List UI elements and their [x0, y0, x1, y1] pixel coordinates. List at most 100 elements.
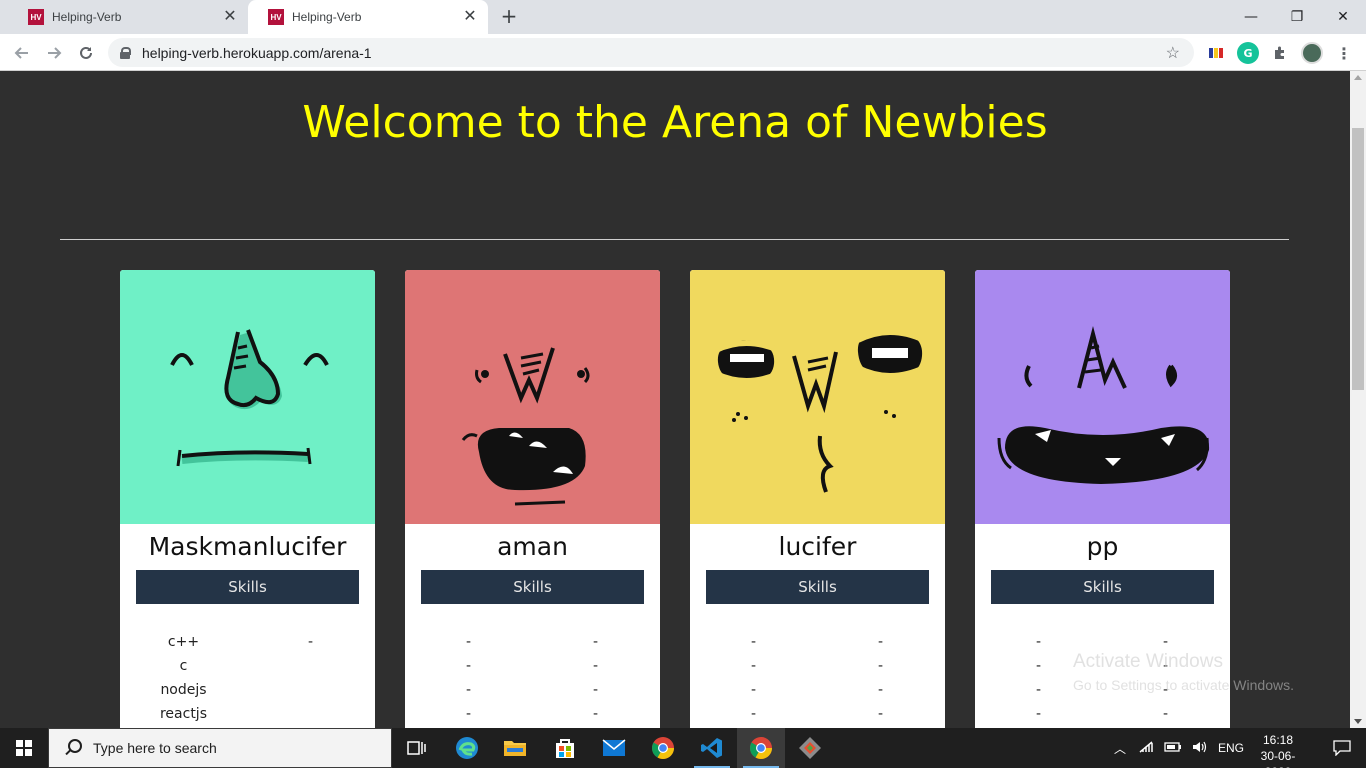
skill-name: - [465, 658, 472, 674]
scroll-down-icon[interactable] [1354, 719, 1362, 724]
skill-name: - [750, 634, 757, 650]
skill-row: -- [690, 634, 945, 658]
battery-icon[interactable] [1164, 741, 1182, 756]
address-bar[interactable]: helping-verb.herokuapp.com/arena-1 ☆ [108, 38, 1194, 67]
skill-name: c [179, 658, 188, 674]
skill-name: - [1035, 706, 1042, 722]
watermark-subtitle: Go to Settings to activate Windows. [1073, 677, 1294, 693]
start-button[interactable] [0, 728, 48, 768]
skill-name: nodejs [160, 682, 207, 698]
search-icon [63, 738, 83, 758]
skill-level: - [592, 634, 599, 650]
taskbar: Type here to search ︿ ENG 16:18 30-06- [0, 728, 1366, 768]
tab-1[interactable]: HV Helping-Verb ✕ [8, 0, 248, 34]
minimize-button[interactable]: — [1228, 0, 1274, 34]
skill-name: reactjs [159, 706, 207, 722]
player-card: lucifer Skills -- -- -- -- [690, 270, 945, 728]
avatar [975, 270, 1230, 524]
search-placeholder: Type here to search [93, 740, 217, 756]
git-icon[interactable] [786, 728, 834, 768]
skill-row: -- [975, 706, 1230, 728]
skill-row: -- [405, 682, 660, 706]
new-tab-button[interactable]: + [498, 6, 520, 28]
skill-level: - [592, 706, 599, 722]
profile-avatar[interactable] [1301, 42, 1323, 64]
back-arrow-icon [14, 47, 28, 59]
favicon-icon: HV [268, 9, 284, 25]
skills-button[interactable]: Skills [136, 570, 359, 604]
player-card: Maskmanlucifer Skills c++ - c nodejs reac… [120, 270, 375, 728]
url-text: helping-verb.herokuapp.com/arena-1 [142, 44, 372, 61]
windows-logo-icon [16, 740, 32, 756]
monster-face-icon [714, 329, 926, 493]
skill-level [247, 658, 374, 682]
forward-arrow-icon [48, 47, 62, 59]
store-icon[interactable] [541, 728, 589, 768]
lock-icon [120, 46, 131, 59]
bookmark-star-icon[interactable]: ☆ [1166, 43, 1180, 63]
player-name: Maskmanlucifer [148, 532, 347, 561]
chrome-active-icon[interactable] [737, 728, 785, 768]
chrome-icon[interactable] [639, 728, 687, 768]
skill-row: -- [405, 634, 660, 658]
browser-toolbar: helping-verb.herokuapp.com/arena-1 ☆ G ⋮ [0, 34, 1366, 71]
monster-face-icon [997, 326, 1210, 484]
page-scrollbar[interactable] [1350, 71, 1366, 728]
page-title: Welcome to the Arena of Newbies [302, 97, 1048, 148]
taskbar-search[interactable]: Type here to search [48, 728, 392, 768]
skill-row: -- [690, 682, 945, 706]
close-icon[interactable]: ✕ [462, 9, 478, 25]
back-button[interactable] [8, 39, 36, 67]
maximize-button[interactable]: ❐ [1274, 0, 1320, 34]
watermark-title: Activate Windows [1073, 651, 1223, 672]
menu-kebab-icon[interactable]: ⋮ [1333, 42, 1355, 64]
file-explorer-icon[interactable] [491, 728, 539, 768]
player-name: aman [497, 532, 568, 561]
activate-windows-watermark: Activate Windows Go to Settings to activ… [1073, 651, 1294, 693]
favicon-icon: HV [28, 9, 44, 25]
monster-face-icon [170, 329, 329, 467]
extensions-puzzle-icon[interactable] [1269, 42, 1291, 64]
skill-name: - [465, 682, 472, 698]
skill-row: -- [405, 706, 660, 728]
skill-row: c [120, 658, 375, 682]
forward-button[interactable] [40, 39, 68, 67]
clock-date: 30-06-2020 [1260, 749, 1296, 768]
skills-button[interactable]: Skills [991, 570, 1214, 604]
skill-row: -- [690, 658, 945, 682]
skill-level: - [592, 658, 599, 674]
vscode-icon[interactable] [688, 728, 736, 768]
page-viewport: Welcome to the Arena of Newbies Maskmanl… [0, 71, 1350, 728]
edge-icon[interactable] [443, 728, 491, 768]
language-indicator[interactable]: ENG [1218, 741, 1244, 755]
close-window-button[interactable]: ✕ [1320, 0, 1366, 34]
skill-row: -- [405, 658, 660, 682]
scroll-thumb[interactable] [1352, 128, 1364, 390]
avatar [690, 270, 945, 524]
skills-list: -- -- -- -- [690, 634, 945, 728]
skill-row: c++ - [120, 634, 375, 658]
skills-button[interactable]: Skills [706, 570, 929, 604]
skill-name: - [465, 706, 472, 722]
skill-level: - [877, 658, 884, 674]
reload-button[interactable] [72, 39, 100, 67]
skill-name: - [750, 658, 757, 674]
skill-level [247, 682, 374, 706]
network-icon[interactable] [1138, 740, 1154, 757]
close-icon[interactable]: ✕ [222, 9, 238, 25]
grammarly-icon[interactable]: G [1237, 42, 1259, 64]
skill-row: nodejs [120, 682, 375, 706]
mail-icon[interactable] [590, 728, 638, 768]
volume-icon[interactable] [1192, 740, 1208, 757]
chevron-up-icon[interactable]: ︿ [1114, 740, 1126, 757]
notification-icon[interactable] [1318, 728, 1366, 768]
skill-level: - [307, 634, 314, 650]
skill-level: - [877, 634, 884, 650]
clock[interactable]: 16:18 30-06-2020 [1248, 732, 1308, 768]
skill-level: - [877, 682, 884, 698]
extension-flag-icon[interactable] [1205, 42, 1227, 64]
skills-button[interactable]: Skills [421, 570, 644, 604]
scroll-up-icon[interactable] [1354, 75, 1362, 80]
task-view-icon[interactable] [393, 728, 441, 768]
tab-2[interactable]: HV Helping-Verb ✕ [248, 0, 488, 34]
